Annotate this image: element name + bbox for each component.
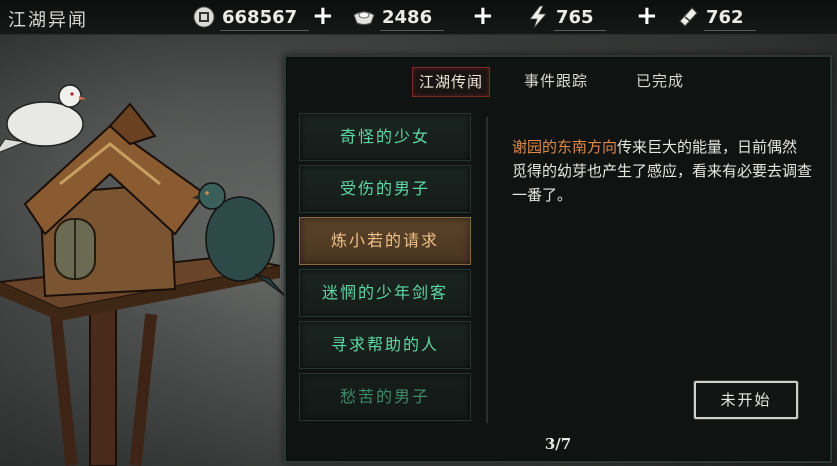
silver-resource: 2486 <box>352 4 445 31</box>
quest-item-selected[interactable]: 炼小若的请求 <box>299 217 471 265</box>
quest-item[interactable]: 寻求帮助的人 <box>299 321 471 369</box>
tab-completed[interactable]: 已完成 <box>630 67 690 95</box>
description-highlight: 谢园的东南方向 <box>512 138 618 156</box>
lightning-icon <box>529 5 547 29</box>
page-indicator: 3/7 <box>544 435 572 453</box>
page-title: 江湖异闻 <box>8 10 88 31</box>
pole <box>89 303 117 466</box>
add-silver-button[interactable]: + <box>472 3 494 29</box>
tab-bar: 江湖传闻 事件跟踪 已完成 <box>286 67 830 97</box>
ticket-icon <box>679 7 698 27</box>
quest-panel: 江湖传闻 事件跟踪 已完成 奇怪的少女 受伤的男子 炼小若的请求 迷惘的少年剑客… <box>284 55 832 463</box>
pole <box>49 313 78 466</box>
coin-value: 668567 <box>222 6 298 28</box>
ticket-resource: 762 <box>676 4 756 31</box>
white-dove <box>0 84 86 153</box>
quest-description: 谢园的东南方向传来巨大的能量，日前偶然觅得的幼芽也产生了感应，看来有必要去调查一… <box>512 135 812 207</box>
energy-resource: 765 <box>526 4 606 31</box>
silver-ingot-icon <box>353 11 375 25</box>
quest-item[interactable]: 受伤的男子 <box>299 165 471 213</box>
add-energy-button[interactable]: + <box>636 3 658 29</box>
silver-value: 2486 <box>382 6 433 28</box>
ticket-value: 762 <box>706 6 744 28</box>
add-coin-button[interactable]: + <box>312 3 334 29</box>
pigeon-house-illustration <box>0 84 286 466</box>
tab-rumors[interactable]: 江湖传闻 <box>412 67 490 97</box>
pole <box>129 313 158 466</box>
top-bar: 江湖异闻 668567 + 2486 + 765 + 762 <box>0 0 837 35</box>
coin-resource: 668567 <box>192 4 310 31</box>
not-started-button[interactable]: 未开始 <box>694 381 798 419</box>
tab-tracking[interactable]: 事件跟踪 <box>518 67 594 95</box>
energy-value: 765 <box>556 6 594 28</box>
quest-item[interactable]: 愁苦的男子 <box>299 373 471 421</box>
quest-item[interactable]: 奇怪的少女 <box>299 113 471 161</box>
quest-item[interactable]: 迷惘的少年剑客 <box>299 269 471 317</box>
panel-divider <box>486 117 488 423</box>
coin-icon <box>193 6 215 28</box>
